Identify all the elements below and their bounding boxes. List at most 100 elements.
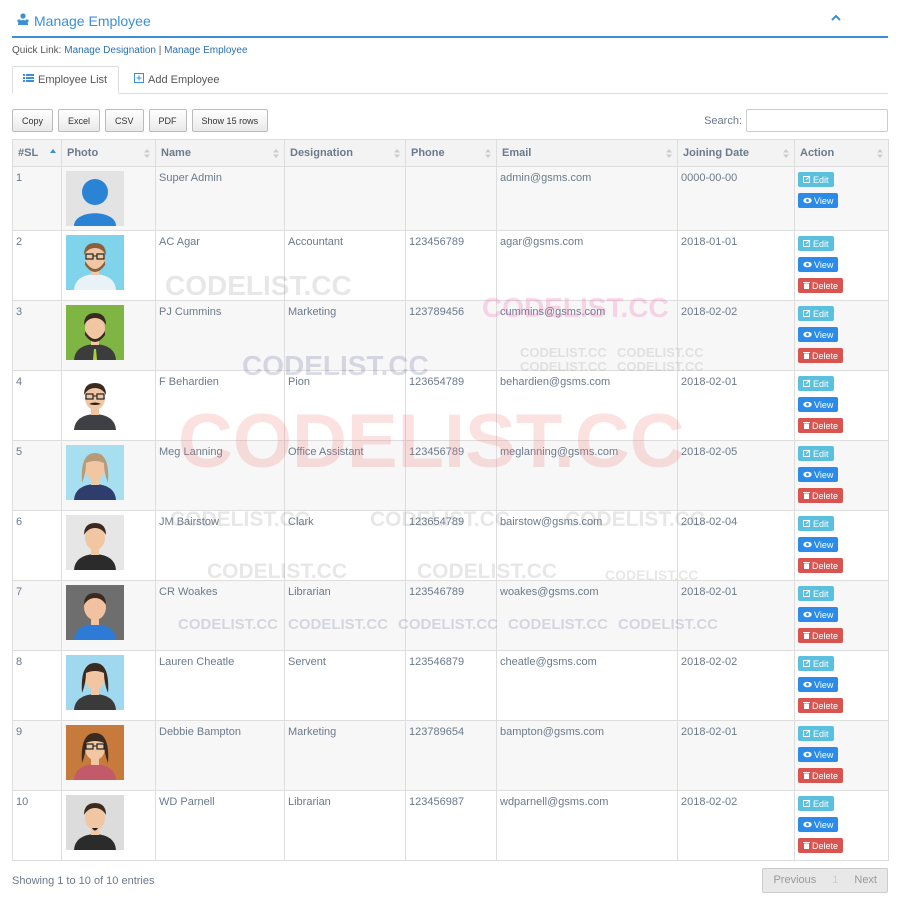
view-button[interactable]: View: [798, 817, 839, 832]
view-button[interactable]: View: [798, 327, 839, 342]
view-button-label: View: [814, 469, 834, 480]
employee-photo: [66, 171, 151, 226]
edit-icon: [803, 379, 811, 389]
view-button[interactable]: View: [798, 747, 839, 762]
csv-button[interactable]: CSV: [105, 109, 144, 132]
action-cell: Edit View Delete: [794, 720, 889, 791]
col-joining-date-header[interactable]: Joining Date: [677, 139, 795, 167]
trash-icon: [803, 281, 810, 291]
designation-cell: Office Assistant: [284, 440, 406, 511]
view-button-label: View: [814, 539, 834, 550]
excel-button[interactable]: Excel: [58, 109, 101, 132]
view-button-label: View: [814, 679, 834, 690]
edit-button-label: Edit: [813, 378, 829, 389]
view-button[interactable]: View: [798, 537, 839, 552]
sl-cell: 2: [12, 230, 62, 301]
manage-employee-link[interactable]: Manage Employee: [164, 45, 247, 56]
table-header-row: #SL Photo Name Designation Phone Email Joining…: [12, 139, 889, 167]
view-button[interactable]: View: [798, 607, 839, 622]
designation-cell: Servent: [284, 650, 406, 721]
edit-button[interactable]: Edit: [798, 376, 834, 391]
edit-button[interactable]: Edit: [798, 446, 834, 461]
sort-icon: [273, 148, 279, 159]
col-phone-header-label: Phone: [411, 147, 445, 159]
edit-icon: [803, 729, 811, 739]
row-actions: Edit View Delete: [798, 726, 885, 783]
delete-button-label: Delete: [812, 490, 839, 501]
action-cell: Edit View Delete: [794, 790, 889, 861]
tab-employee-list[interactable]: Employee List: [12, 66, 119, 94]
view-button[interactable]: View: [798, 467, 839, 482]
view-button[interactable]: View: [798, 677, 839, 692]
edit-icon: [803, 309, 811, 319]
edit-button[interactable]: Edit: [798, 172, 834, 187]
delete-button-label: Delete: [812, 280, 839, 291]
view-button[interactable]: View: [798, 397, 839, 412]
next-button[interactable]: Next: [844, 869, 887, 892]
delete-button[interactable]: Delete: [798, 278, 844, 293]
action-cell: Edit View Delete: [794, 510, 889, 581]
col-phone-header[interactable]: Phone: [405, 139, 497, 167]
manage-designation-link[interactable]: Manage Designation: [64, 45, 156, 56]
delete-button[interactable]: Delete: [798, 768, 844, 783]
employee-photo: [66, 375, 151, 430]
trash-icon: [803, 351, 810, 361]
col-designation-header-label: Designation: [290, 147, 353, 159]
edit-button-label: Edit: [813, 238, 829, 249]
delete-button[interactable]: Delete: [798, 488, 844, 503]
delete-button[interactable]: Delete: [798, 628, 844, 643]
edit-button[interactable]: Edit: [798, 306, 834, 321]
designation-cell: [284, 166, 406, 231]
view-button[interactable]: View: [798, 193, 839, 208]
photo-cell: [61, 370, 156, 441]
previous-button[interactable]: Previous: [763, 869, 826, 892]
edit-button[interactable]: Edit: [798, 656, 834, 671]
col-sl-header[interactable]: #SL: [12, 139, 62, 167]
phone-cell: 123789456: [405, 300, 497, 371]
delete-button[interactable]: Delete: [798, 698, 844, 713]
col-name-header[interactable]: Name: [155, 139, 285, 167]
photo-cell: [61, 440, 156, 511]
col-joining-date-header-label: Joining Date: [683, 147, 750, 159]
col-designation-header[interactable]: Designation: [284, 139, 406, 167]
edit-button[interactable]: Edit: [798, 796, 834, 811]
copy-button[interactable]: Copy: [12, 109, 54, 132]
sl-cell: 3: [12, 300, 62, 371]
pdf-button[interactable]: PDF: [148, 109, 187, 132]
edit-button[interactable]: Edit: [798, 586, 834, 601]
email-cell: bairstow@gsms.com: [496, 510, 678, 581]
eye-icon: [803, 400, 812, 410]
search-input[interactable]: [746, 109, 888, 132]
edit-button[interactable]: Edit: [798, 236, 834, 251]
edit-button[interactable]: Edit: [798, 516, 834, 531]
delete-button[interactable]: Delete: [798, 558, 844, 573]
delete-button[interactable]: Delete: [798, 348, 844, 363]
delete-button[interactable]: Delete: [798, 418, 844, 433]
eye-icon: [803, 260, 812, 270]
col-email-header[interactable]: Email: [496, 139, 678, 167]
chevron-up-icon[interactable]: [830, 12, 842, 24]
page-1-button[interactable]: 1: [826, 869, 844, 892]
delete-button[interactable]: Delete: [798, 838, 844, 853]
sort-asc-icon: [50, 148, 56, 159]
tab-add-employee[interactable]: Add Employee: [124, 66, 230, 94]
col-photo-header[interactable]: Photo: [61, 139, 156, 167]
panel-header: Manage Employee: [12, 8, 888, 38]
email-cell: bampton@gsms.com: [496, 720, 678, 791]
users-icon: [16, 13, 30, 29]
table-row: 4 F Behardien Pion 123654789 behardien@gsms.…: [12, 370, 889, 441]
employee-photo: [66, 515, 151, 570]
edit-button-label: Edit: [813, 658, 829, 669]
trash-icon: [803, 841, 810, 851]
view-button[interactable]: View: [798, 257, 839, 272]
edit-button[interactable]: Edit: [798, 726, 834, 741]
action-cell: Edit View Delete: [794, 580, 889, 651]
photo-cell: [61, 510, 156, 581]
employee-photo: [66, 655, 151, 710]
show-rows-button[interactable]: Show 15 rows: [191, 109, 269, 132]
table-row: 10 WD Parnell Librarian 123456987 wdparnell@…: [12, 790, 889, 861]
edit-icon: [803, 799, 811, 809]
delete-button-label: Delete: [812, 700, 839, 711]
table-row: 9 Debbie Bampton Marketing 123789654 bampton…: [12, 720, 889, 791]
col-action-header[interactable]: Action: [794, 139, 889, 167]
